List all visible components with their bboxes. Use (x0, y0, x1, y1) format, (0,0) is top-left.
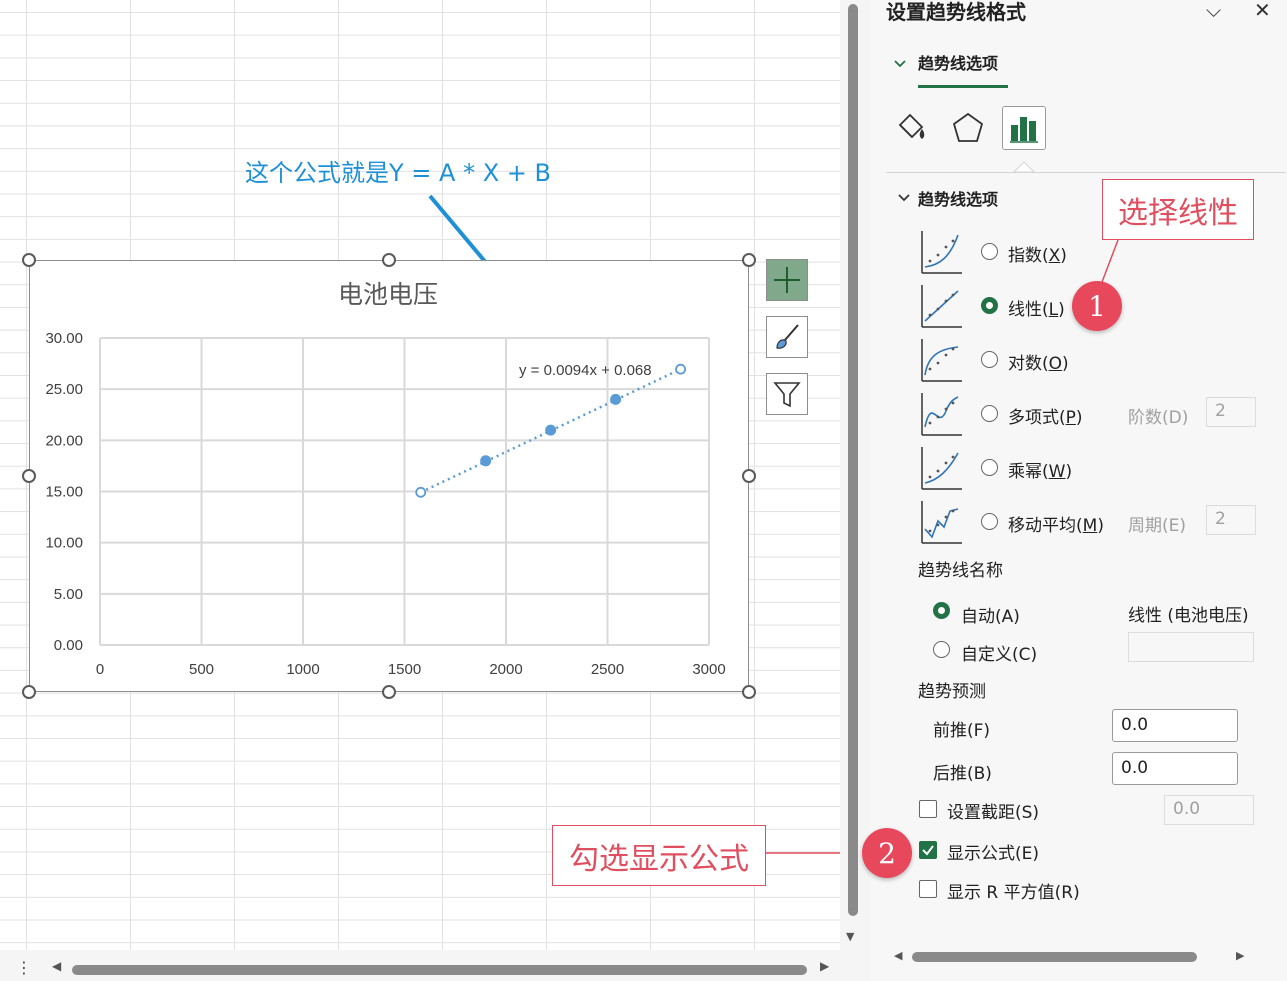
set-intercept-label[interactable]: 设置截距(S) (947, 798, 1039, 823)
set-intercept-checkbox[interactable] (919, 800, 937, 818)
show-r2-checkbox[interactable] (919, 880, 937, 898)
name-custom-radio[interactable] (933, 641, 950, 658)
pane-scroll-right-icon[interactable]: ▶ (1236, 949, 1244, 962)
trendline-name-heading: 趋势线名称 (918, 561, 1003, 581)
scroll-down-icon[interactable]: ▼ (846, 930, 854, 943)
vertical-scrollbar[interactable]: ▼ (840, 0, 870, 950)
show-equation-label[interactable]: 显示公式(E) (947, 839, 1039, 864)
backward-input[interactable]: 0.0 (1112, 752, 1238, 785)
name-auto-label[interactable]: 自动(A) (961, 602, 1020, 627)
name-custom-input[interactable] (1128, 632, 1254, 662)
more-options-icon[interactable]: ⋮ (16, 958, 32, 977)
show-r2-label[interactable]: 显示 R 平方值(R) (947, 878, 1080, 903)
name-custom-label[interactable]: 自定义(C) (961, 640, 1037, 665)
pane-scroll-left-icon[interactable]: ◀ (894, 949, 902, 962)
excel-window: 这个公式就是Y = A * X + B 电池电压 0.00 5.00 10.00 15… (0, 0, 1287, 981)
forward-input[interactable]: 0.0 (1112, 709, 1238, 742)
check-icon (922, 845, 934, 856)
horizontal-scrollbar[interactable]: ⋮ ◀ ▶ (0, 950, 870, 981)
callout-line-1 (1101, 239, 1119, 283)
scroll-right-icon[interactable]: ▶ (820, 959, 829, 973)
callout-line-2 (766, 852, 840, 854)
pane-scroll-thumb[interactable] (912, 952, 1197, 962)
step-badge-2: 2 (862, 828, 912, 878)
backward-label: 后推(B) (933, 764, 992, 784)
pane-horizontal-scrollbar[interactable]: ◀ ▶ (890, 949, 1260, 964)
forecast-heading: 趋势预测 (918, 682, 986, 702)
worksheet-grid[interactable]: 这个公式就是Y = A * X + B 电池电压 0.00 5.00 10.00 15… (0, 0, 840, 950)
step-badge-1: 1 (1072, 281, 1122, 331)
vertical-scroll-thumb[interactable] (848, 4, 858, 916)
horizontal-scroll-thumb[interactable] (72, 965, 807, 975)
show-equation-checkbox[interactable] (919, 841, 937, 859)
scroll-left-icon[interactable]: ◀ (52, 959, 61, 973)
name-auto-value: 线性 (电池电压) (1128, 606, 1249, 626)
name-auto-radio[interactable] (933, 602, 950, 619)
intercept-input: 0.0 (1164, 795, 1254, 825)
format-trendline-pane: 设置趋势线格式 ⌵ ✕ 趋势线选项 趋势线选项 指数(X) 线性(L) 对数(O… (862, 0, 1287, 981)
forward-label: 前推(F) (933, 721, 991, 741)
